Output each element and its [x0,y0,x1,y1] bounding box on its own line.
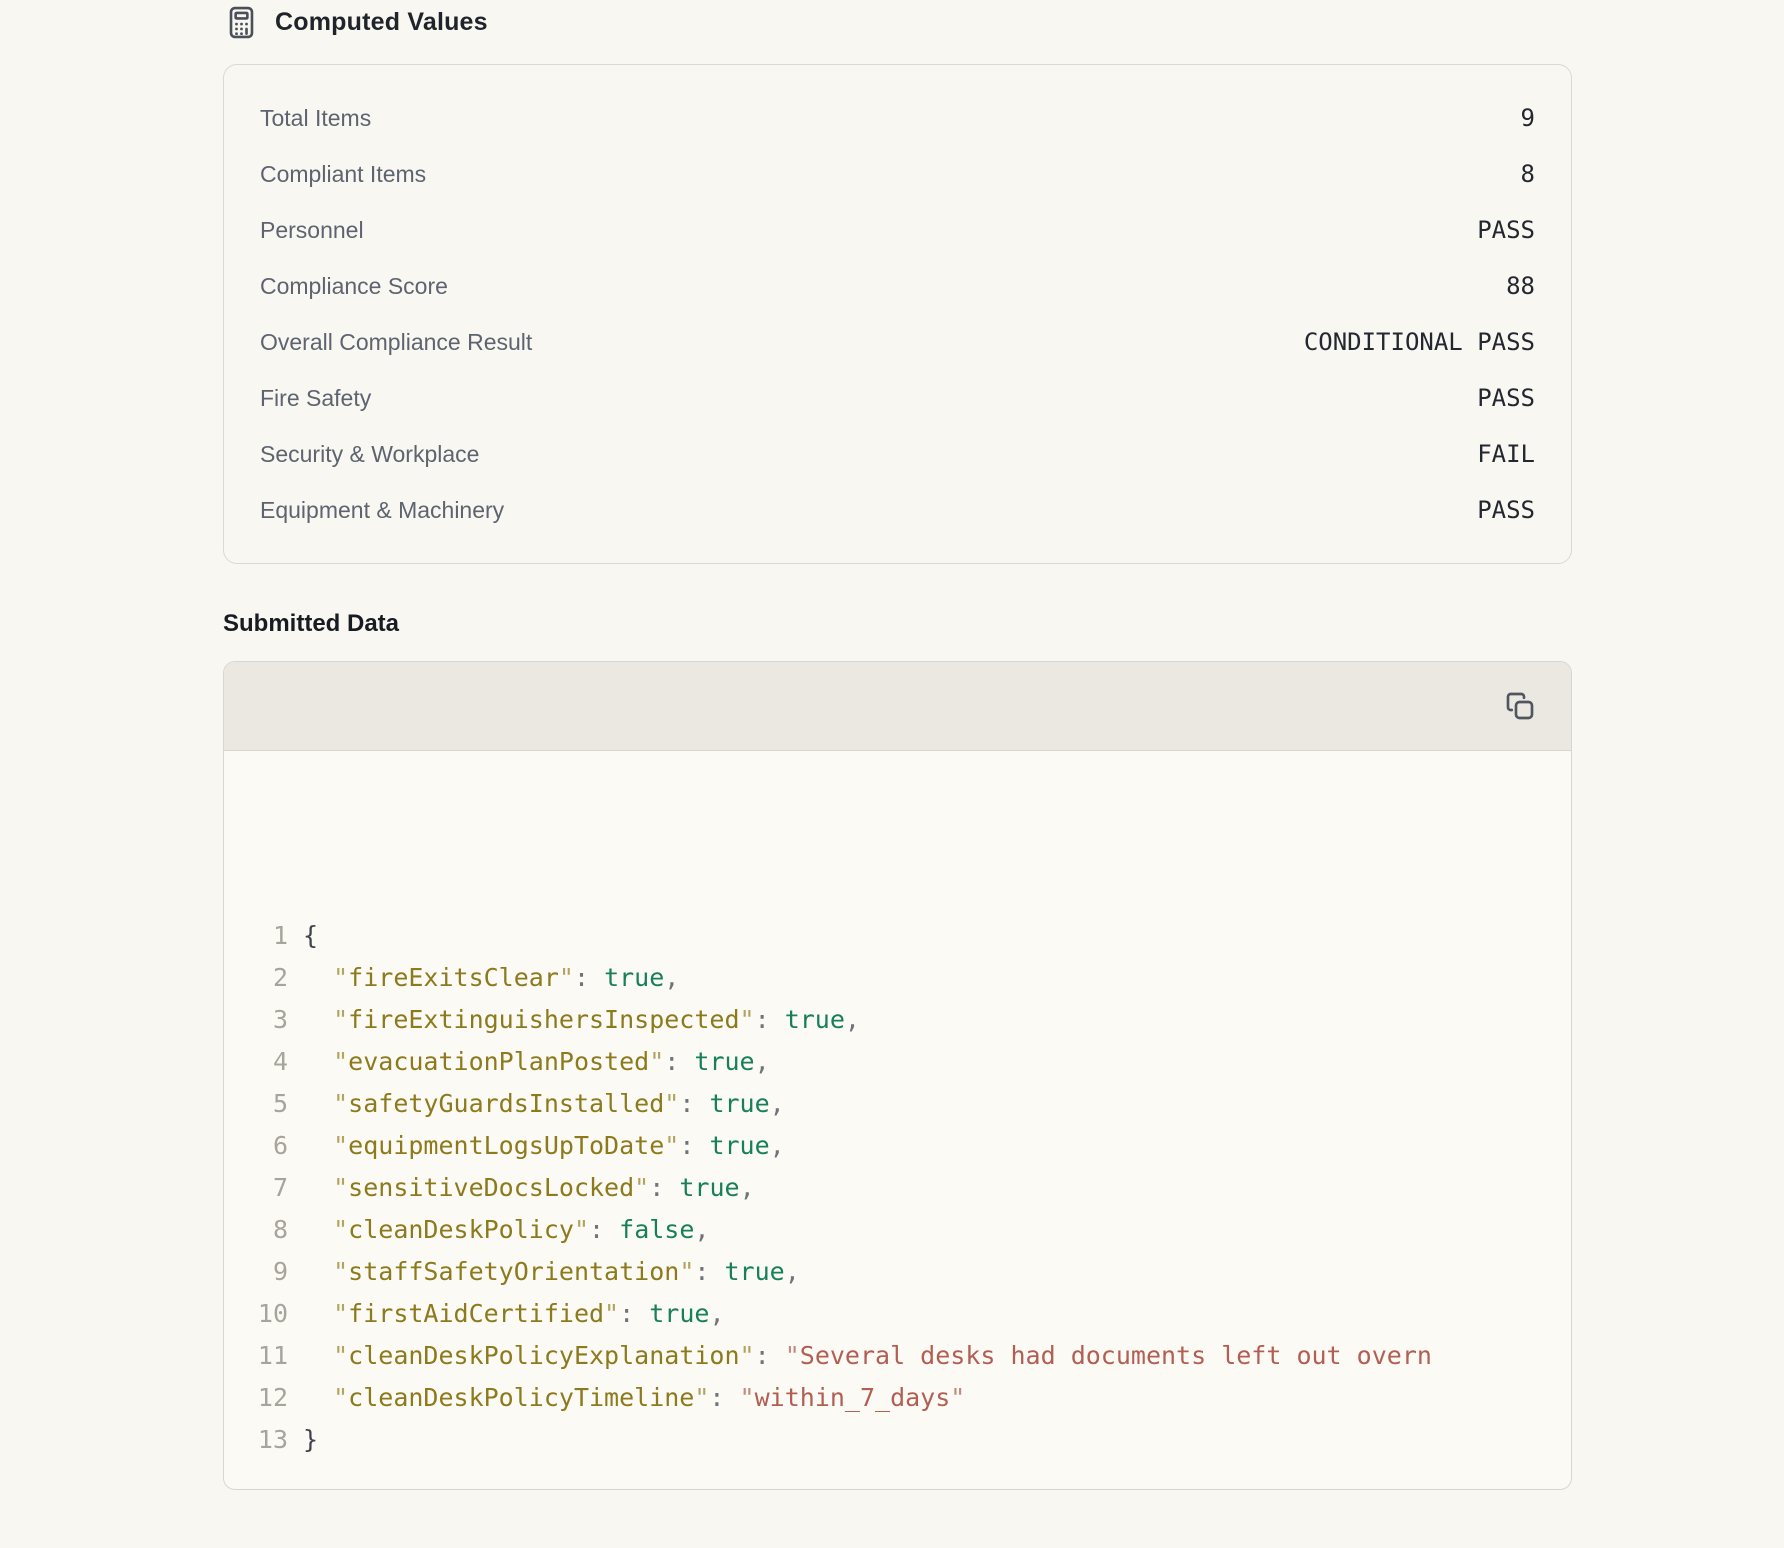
computed-value-label: Total Items [260,105,371,132]
code-line: 4 "evacuationPlanPosted": true, [248,1041,1571,1083]
line-number: 8 [248,1209,288,1251]
code-line-text: } [303,1419,318,1461]
code-line-text: "cleanDeskPolicyExplanation": "Several d… [303,1335,1432,1377]
computed-value-result: CONDITIONAL PASS [1304,328,1535,356]
code-line: 11 "cleanDeskPolicyExplanation": "Severa… [248,1335,1571,1377]
computed-value-result: PASS [1477,216,1535,244]
computed-value-result: 9 [1521,104,1535,132]
computed-values-header: Computed Values [223,0,1572,41]
code-line: 13} [248,1419,1571,1461]
line-number: 7 [248,1167,288,1209]
line-number: 1 [248,915,288,957]
code-block[interactable]: 1{2 "fireExitsClear": true,3 "fireExting… [224,751,1571,1489]
computed-value-label: Equipment & Machinery [260,497,504,524]
code-line-text: "cleanDeskPolicyTimeline": "within_7_day… [303,1377,965,1419]
line-number: 3 [248,999,288,1041]
code-line: 9 "staffSafetyOrientation": true, [248,1251,1571,1293]
computed-value-result: PASS [1477,384,1535,412]
computed-value-label: Overall Compliance Result [260,329,532,356]
copy-button[interactable] [1497,683,1543,729]
line-number: 6 [248,1125,288,1167]
line-number: 13 [248,1419,288,1461]
computed-value-row: Overall Compliance Result CONDITIONAL PAS… [260,314,1535,370]
computed-value-label: Security & Workplace [260,441,479,468]
computed-value-result: 88 [1506,272,1535,300]
page: { "page": { "background": "#f9f7f2" }, "… [0,0,1784,1548]
copy-icon [1504,690,1536,722]
code-line-text: { [303,915,318,957]
code-line-text: "cleanDeskPolicy": false, [303,1209,709,1251]
computed-value-label: Personnel [260,217,364,244]
computed-value-row: Security & Workplace FAIL [260,426,1535,482]
code-line: 1{ [248,915,1571,957]
line-number: 4 [248,1041,288,1083]
code-line: 2 "fireExitsClear": true, [248,957,1571,999]
computed-value-label: Fire Safety [260,385,371,412]
code-line-text: "safetyGuardsInstalled": true, [303,1083,785,1125]
code-line: 10 "firstAidCertified": true, [248,1293,1571,1335]
computed-value-row: Equipment & Machinery PASS [260,482,1535,538]
code-line: 6 "equipmentLogsUpToDate": true, [248,1125,1571,1167]
code-line: 7 "sensitiveDocsLocked": true, [248,1167,1571,1209]
code-line-text: "evacuationPlanPosted": true, [303,1041,770,1083]
line-number: 5 [248,1083,288,1125]
computed-value-row: Personnel PASS [260,202,1535,258]
computed-value-result: 8 [1521,160,1535,188]
computed-value-row: Total Items 9 [260,90,1535,146]
computed-value-result: FAIL [1477,440,1535,468]
code-line-text: "fireExitsClear": true, [303,957,679,999]
code-line: 5 "safetyGuardsInstalled": true, [248,1083,1571,1125]
computed-value-row: Compliant Items 8 [260,146,1535,202]
code-line: 3 "fireExtinguishersInspected": true, [248,999,1571,1041]
code-line: 8 "cleanDeskPolicy": false, [248,1209,1571,1251]
computed-values-title: Computed Values [275,8,488,37]
code-line-text: "staffSafetyOrientation": true, [303,1251,800,1293]
code-line-text: "firstAidCertified": true, [303,1293,725,1335]
computed-value-label: Compliance Score [260,273,448,300]
code-line-text: "sensitiveDocsLocked": true, [303,1167,755,1209]
computed-value-label: Compliant Items [260,161,426,188]
calculator-icon [223,4,260,41]
code-line: 12 "cleanDeskPolicyTimeline": "within_7_… [248,1377,1571,1419]
computed-values-card: Total Items 9 Compliant Items 8 Personnel PAS… [223,64,1572,564]
code-block-toolbar [224,662,1571,751]
submitted-data-code-card: 1{2 "fireExitsClear": true,3 "fireExting… [223,661,1572,1490]
line-number: 9 [248,1251,288,1293]
line-number: 12 [248,1377,288,1419]
computed-value-result: PASS [1477,496,1535,524]
line-number: 11 [248,1335,288,1377]
line-number: 2 [248,957,288,999]
code-line-text: "fireExtinguishersInspected": true, [303,999,860,1041]
code-line-text: "equipmentLogsUpToDate": true, [303,1125,785,1167]
computed-value-row: Fire Safety PASS [260,370,1535,426]
submitted-data-title: Submitted Data [223,610,1572,638]
report-results-section: Computed Values Total Items 9 Compliant It… [223,0,1572,1490]
line-number: 10 [248,1293,288,1335]
computed-value-row: Compliance Score 88 [260,258,1535,314]
